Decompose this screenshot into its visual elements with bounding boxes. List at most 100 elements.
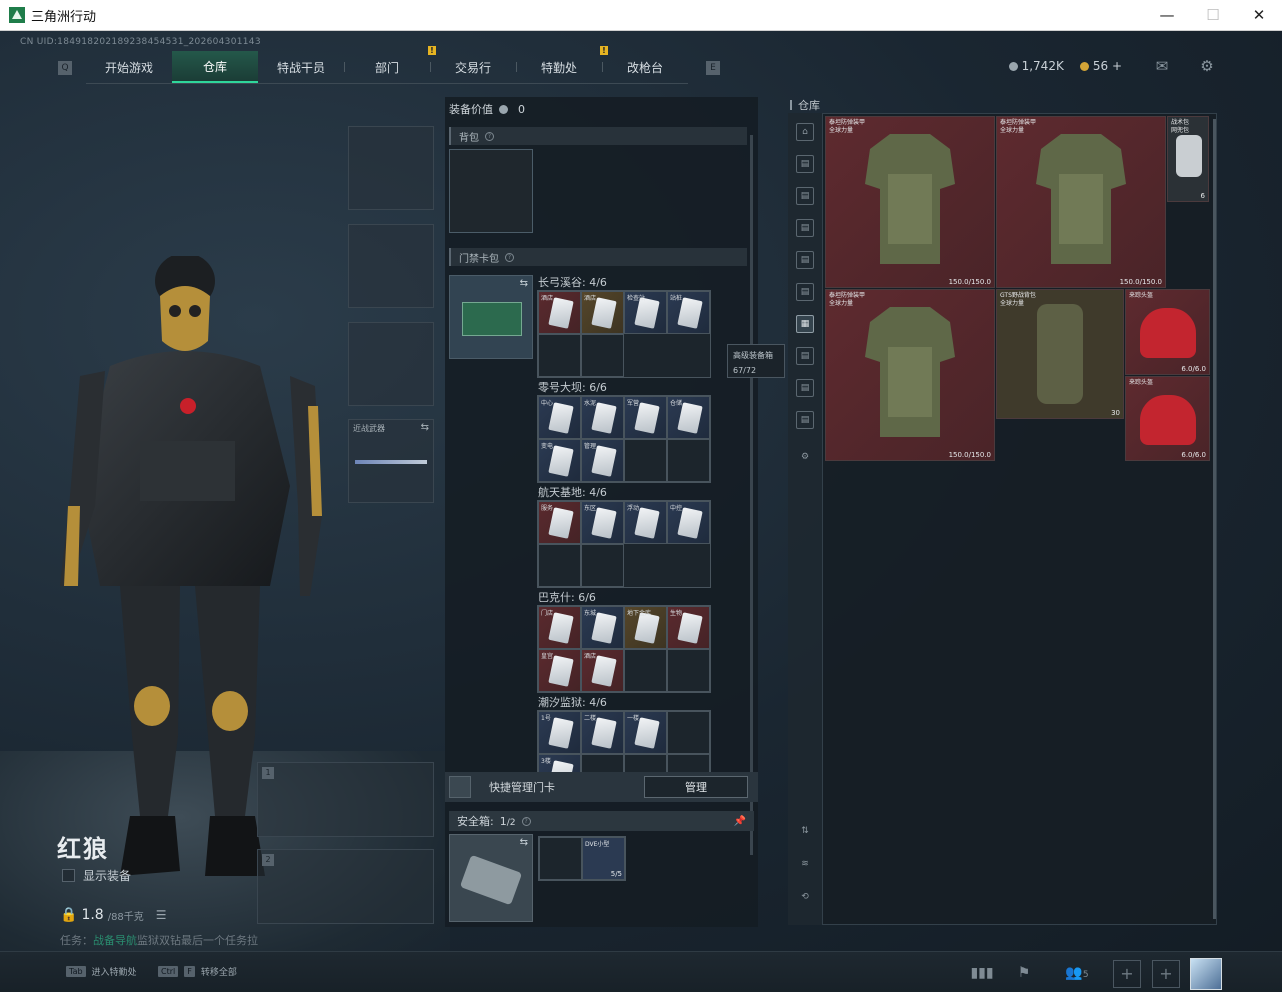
keycard-item[interactable]: 管理: [581, 439, 624, 482]
keycard-item[interactable]: 站桩: [667, 291, 710, 334]
warehouse-item[interactable]: GTS野战背包 全球力量 30: [996, 289, 1124, 419]
tab-operators[interactable]: 特战干员: [258, 51, 345, 83]
avatar[interactable]: [1190, 958, 1222, 990]
help-icon[interactable]: ?: [521, 816, 531, 826]
warehouse-tab-icon[interactable]: ▤: [796, 283, 814, 301]
keycard-empty-slot[interactable]: [538, 544, 581, 587]
keycard-item[interactable]: 服务: [538, 501, 581, 544]
enter-special-ops-hint[interactable]: Tab 进入特勤处: [66, 965, 137, 978]
safebox-cell[interactable]: [539, 837, 582, 880]
gold-balance[interactable]: 56 +: [1079, 59, 1122, 73]
keycard-item[interactable]: 酒店: [538, 291, 581, 334]
tab-special-ops[interactable]: 特勤处!: [516, 46, 608, 83]
keycard-item[interactable]: 变电: [538, 439, 581, 482]
melee-slot[interactable]: 近战武器 ⇆: [348, 419, 434, 503]
maximize-button[interactable]: ☐: [1190, 0, 1236, 30]
close-button[interactable]: ✕: [1236, 0, 1282, 30]
show-equipment-toggle[interactable]: 显示装备: [62, 867, 131, 884]
tab-gunsmith[interactable]: 改枪台: [602, 51, 688, 83]
nav-next-key[interactable]: E: [706, 61, 720, 75]
warehouse-tab-icon[interactable]: ▤: [796, 347, 814, 365]
warehouse-item[interactable]: 来踪头盔 6.0/6.0: [1125, 376, 1210, 461]
keycard-item[interactable]: 水泥: [581, 396, 624, 439]
keycard-empty-slot[interactable]: [667, 439, 710, 482]
keycard-item[interactable]: 检查站: [624, 291, 667, 334]
warehouse-item[interactable]: 泰坦防弹装甲 全球力量 150.0/150.0: [996, 116, 1166, 288]
warehouse-all-icon[interactable]: ⌂: [796, 123, 814, 141]
add-teammate-button[interactable]: +: [1113, 960, 1141, 988]
add-teammate-button[interactable]: +: [1152, 960, 1180, 988]
gear-icon[interactable]: ⚙: [1198, 57, 1216, 75]
swap-icon[interactable]: ⇆: [520, 837, 528, 848]
keycard-item[interactable]: 浮动: [624, 501, 667, 544]
keycard-item[interactable]: 东区: [581, 501, 624, 544]
tab-warehouse[interactable]: 仓库: [172, 51, 258, 83]
keycard-item[interactable]: 东城: [581, 606, 624, 649]
keycard-item[interactable]: 地下金库: [624, 606, 667, 649]
keycard-empty-slot[interactable]: [581, 544, 624, 587]
secondary-weapon-slot[interactable]: 2: [257, 849, 434, 924]
task-hint[interactable]: 任务：战备导航监狱双钻最后一个任务拉: [60, 932, 258, 948]
warehouse-item[interactable]: 泰坦防弹装甲 全球力量 150.0/150.0: [825, 116, 995, 288]
tab-department[interactable]: 部门!: [344, 46, 436, 83]
mail-icon[interactable]: ✉: [1153, 57, 1171, 75]
keycard-item[interactable]: 一楼: [624, 711, 667, 754]
warehouse-item[interactable]: 来踪头盔 6.0/6.0: [1125, 289, 1210, 375]
keycard-empty-slot[interactable]: [624, 649, 667, 692]
organize-icon[interactable]: ⟲: [796, 889, 814, 907]
transfer-all-hint[interactable]: Ctrl F 转移全部: [158, 965, 237, 978]
keycard-item[interactable]: 生物: [667, 606, 710, 649]
nav-prev-key[interactable]: Q: [58, 61, 72, 75]
keycard-empty-slot[interactable]: [624, 439, 667, 482]
keycard-item[interactable]: 中心: [538, 396, 581, 439]
warehouse-item[interactable]: 战术包 网兜包 6: [1167, 116, 1209, 202]
friends-icon[interactable]: 👥5: [1060, 961, 1094, 985]
keycard-pack-slot[interactable]: ⇆: [449, 275, 533, 359]
tab-trading[interactable]: 交易行: [430, 51, 517, 83]
warehouse-tab-icon[interactable]: ▤: [796, 411, 814, 429]
show-equipment-checkbox[interactable]: [62, 869, 75, 882]
helmet-slot[interactable]: [348, 126, 434, 210]
layers-icon[interactable]: ≋: [796, 856, 814, 874]
list-icon[interactable]: ☰: [156, 908, 167, 922]
armor-slot[interactable]: [348, 224, 434, 308]
warehouse-tab-icon[interactable]: ▦: [796, 315, 814, 333]
keycard-empty-slot[interactable]: [667, 711, 710, 754]
gear-icon[interactable]: ⚙: [796, 449, 814, 467]
warehouse-tab-icon[interactable]: ▤: [796, 187, 814, 205]
keycard-item[interactable]: 仓储: [667, 396, 710, 439]
help-icon[interactable]: ?: [505, 252, 514, 262]
safebox-slot[interactable]: ⇆: [449, 834, 533, 922]
keycard-item[interactable]: 门店: [538, 606, 581, 649]
warehouse-tab-icon[interactable]: ▤: [796, 155, 814, 173]
keycard-item[interactable]: 二楼: [581, 711, 624, 754]
pistol-slot[interactable]: [348, 322, 434, 406]
primary-weapon-slot[interactable]: 1: [257, 762, 434, 837]
keycard-item[interactable]: 中控: [667, 501, 710, 544]
warehouse-tab-icon[interactable]: ▤: [796, 251, 814, 269]
keycard-empty-slot[interactable]: [538, 334, 581, 377]
keycard-item[interactable]: 酒店: [581, 649, 624, 692]
stats-icon[interactable]: ▮▮▮: [970, 961, 994, 985]
warehouse-item[interactable]: 泰坦防弹装甲 全球力量 150.0/150.0: [825, 289, 995, 461]
flag-icon[interactable]: ⚑: [1012, 961, 1036, 985]
swap-icon[interactable]: ⇆: [421, 422, 429, 433]
keycard-empty-slot[interactable]: [667, 649, 710, 692]
warehouse-tab-icon[interactable]: ▤: [796, 219, 814, 237]
help-icon[interactable]: ?: [485, 131, 494, 141]
keycard-empty-slot[interactable]: [581, 334, 624, 377]
equipment-scrollbar[interactable]: [750, 135, 753, 855]
keycard-item[interactable]: 军营: [624, 396, 667, 439]
pin-icon[interactable]: 📌: [734, 816, 746, 827]
sort-icon[interactable]: ⇅: [796, 823, 814, 841]
warehouse-tab-icon[interactable]: ▤: [796, 379, 814, 397]
backpack-slot[interactable]: [449, 149, 533, 233]
keycard-item[interactable]: 1号: [538, 711, 581, 754]
minimize-button[interactable]: —: [1144, 0, 1190, 30]
swap-icon[interactable]: ⇆: [520, 278, 528, 289]
keycard-item[interactable]: 皇宫: [538, 649, 581, 692]
tab-start-game[interactable]: 开始游戏: [86, 51, 173, 83]
warehouse-scrollbar[interactable]: [1213, 119, 1216, 919]
safebox-item[interactable]: DVE小型 5/5: [582, 837, 625, 880]
keycard-item[interactable]: 酒店: [581, 291, 624, 334]
